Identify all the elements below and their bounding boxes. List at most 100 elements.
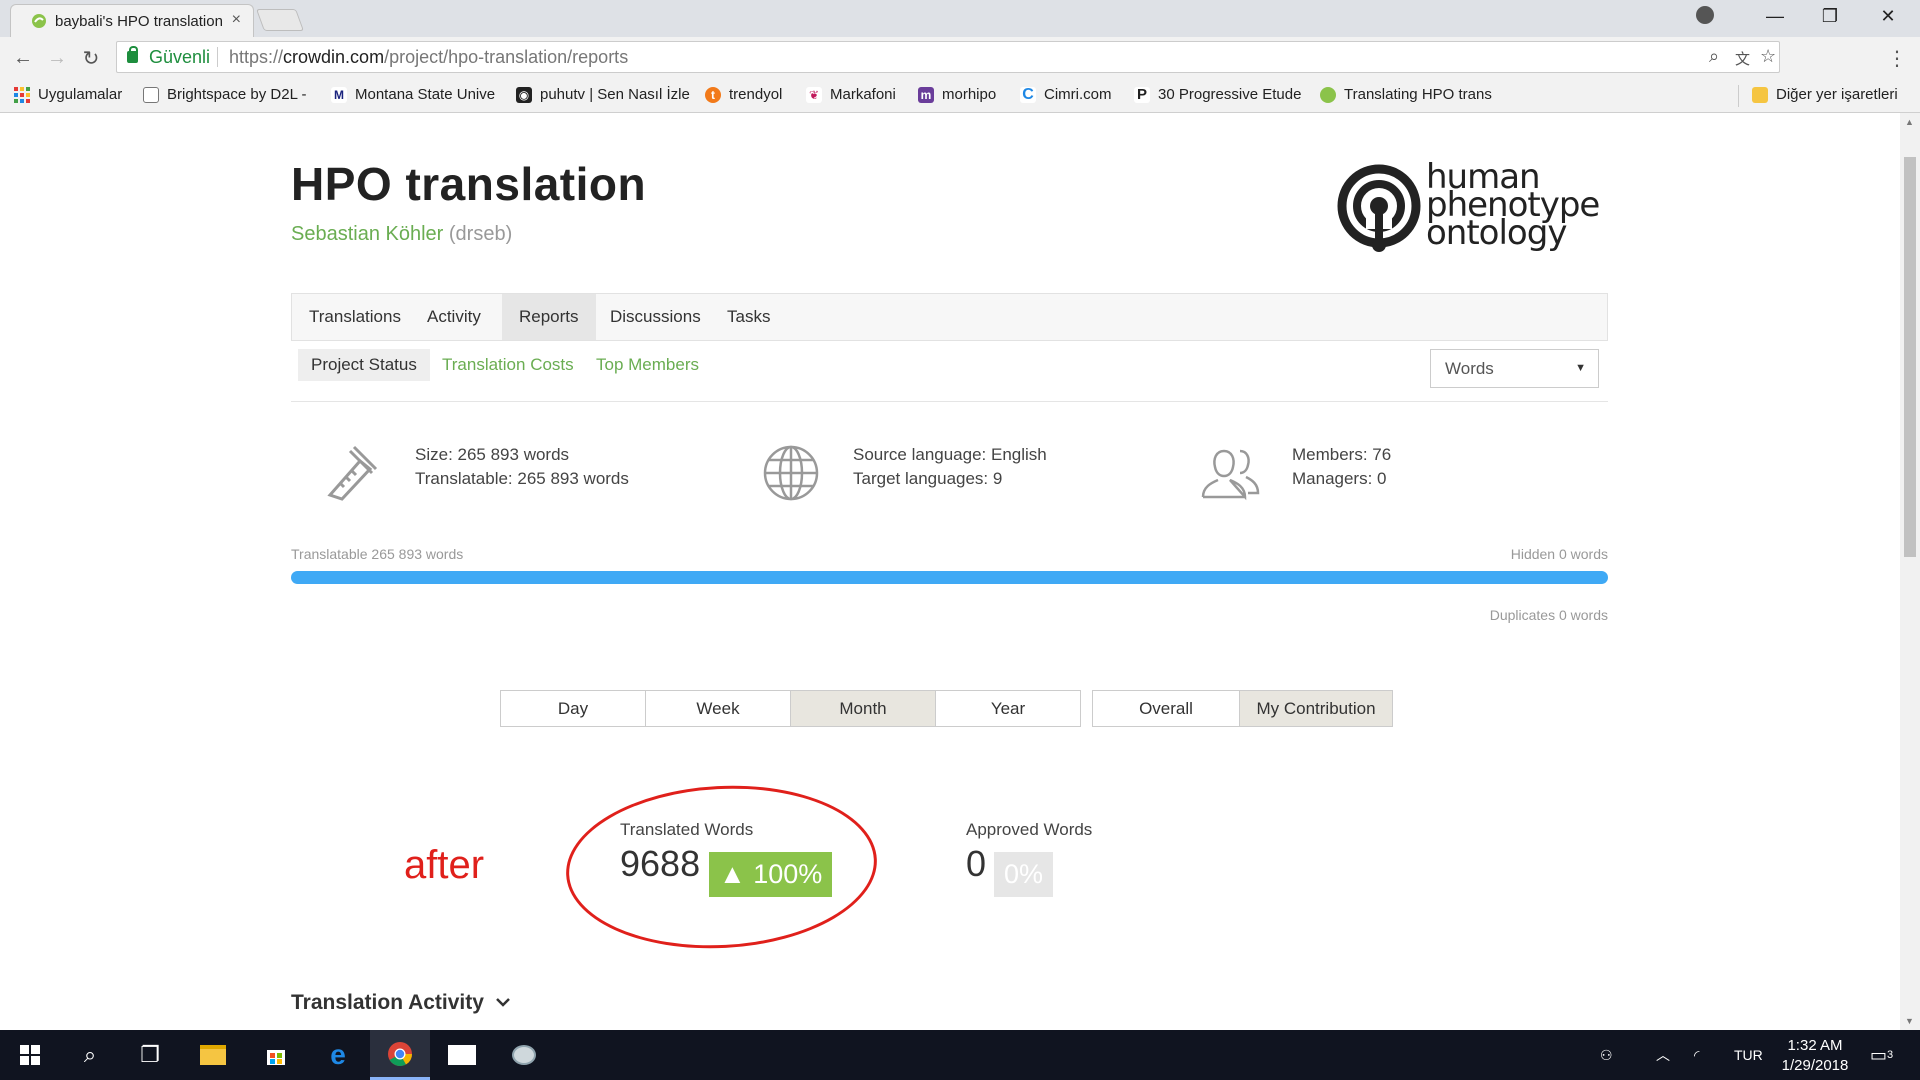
- tab-translations[interactable]: Translations: [292, 294, 418, 340]
- unit-select[interactable]: Words ▼: [1430, 349, 1599, 388]
- period-month-button[interactable]: Month: [790, 690, 936, 727]
- hidden-label: Hidden 0 words: [1510, 546, 1608, 562]
- back-arrow-icon[interactable]: ←: [10, 45, 36, 71]
- bookmark-etudes[interactable]: P 30 Progressive Etude: [1134, 86, 1301, 103]
- bookmark-cimri[interactable]: C Cimri.com: [1020, 86, 1112, 103]
- period-year-button[interactable]: Year: [935, 690, 1081, 727]
- globe-icon: [763, 445, 819, 501]
- scope-my-contribution-button[interactable]: My Contribution: [1239, 690, 1393, 727]
- owner-handle: (drseb): [448, 223, 513, 245]
- windows-logo-icon: [20, 1045, 40, 1065]
- address-separator: [217, 47, 218, 67]
- hpo-logo-mark-icon: [1337, 164, 1421, 252]
- tab-tasks[interactable]: Tasks: [710, 294, 787, 340]
- translated-words-label: Translated Words: [620, 820, 754, 839]
- profile-icon[interactable]: [1696, 6, 1714, 24]
- bookmark-markafoni[interactable]: ❦ Markafoni: [806, 86, 896, 103]
- scroll-down-icon[interactable]: ▼: [1905, 1016, 1914, 1026]
- after-annotation: after: [404, 843, 485, 887]
- crowdin-icon: [1320, 86, 1336, 103]
- bookmarks-bar: Uygulamalar Brightspace by D2L - M Monta…: [0, 79, 1920, 113]
- mail-icon[interactable]: [432, 1030, 492, 1080]
- scrollbar-thumb[interactable]: [1904, 157, 1916, 557]
- project-nav: Translations Activity Reports Discussion…: [291, 293, 1608, 341]
- translatable-text: Translatable: 265 893 words: [415, 469, 629, 488]
- bookmarks-divider: [1738, 85, 1739, 107]
- project-owner: Sebastian Köhler (drseb): [291, 223, 512, 246]
- system-clock[interactable]: 1:32 AM 1/29/2018: [1765, 1036, 1865, 1076]
- restore-button[interactable]: ❐: [1800, 0, 1860, 33]
- language-stats: Source language: English Target language…: [853, 443, 1047, 491]
- subtab-translation-costs[interactable]: Translation Costs: [429, 349, 587, 381]
- minimize-button[interactable]: —: [1745, 0, 1805, 33]
- cimri-icon: C: [1020, 86, 1036, 103]
- zoom-icon[interactable]: ⌕: [1709, 46, 1719, 67]
- translation-activity-header[interactable]: Translation Activity: [291, 991, 510, 1015]
- bookmark-trendyol[interactable]: t trendyol: [705, 86, 782, 103]
- url-text[interactable]: https://crowdin.com/project/hpo-translat…: [229, 47, 628, 68]
- scroll-up-icon[interactable]: ▲: [1905, 117, 1914, 127]
- store-icon[interactable]: [246, 1030, 306, 1080]
- bookmark-label: Uygulamalar: [38, 86, 123, 103]
- approved-change-badge: 0%: [994, 852, 1054, 897]
- subtab-top-members[interactable]: Top Members: [583, 349, 712, 381]
- period-day-button[interactable]: Day: [500, 690, 646, 727]
- forward-arrow-icon[interactable]: →: [44, 45, 70, 71]
- chrome-icon[interactable]: [370, 1030, 430, 1080]
- browser-tab[interactable]: baybali's HPO translation ×: [10, 4, 254, 37]
- bookmark-star-icon[interactable]: ☆: [1760, 46, 1776, 67]
- notifications-icon[interactable]: ▭ 3: [1870, 1030, 1893, 1080]
- new-tab-button[interactable]: [255, 9, 305, 31]
- translation-progress-bar: [291, 571, 1608, 584]
- bookmark-morhipo[interactable]: m morhipo: [918, 86, 996, 103]
- tab-title: baybali's HPO translation: [55, 13, 223, 30]
- subtab-project-status[interactable]: Project Status: [298, 349, 430, 381]
- section-title: Translation Activity: [291, 991, 484, 1014]
- scope-toggle: Overall My Contribution: [1092, 690, 1393, 727]
- period-week-button[interactable]: Week: [645, 690, 791, 727]
- chevron-down-icon: ▼: [1575, 362, 1586, 374]
- divider: [291, 401, 1608, 402]
- bookmark-puhutv[interactable]: ◉ puhutv | Sen Nasıl İzle: [516, 86, 690, 103]
- paint-icon[interactable]: [494, 1030, 554, 1080]
- bookmark-label: puhutv | Sen Nasıl İzle: [540, 86, 690, 103]
- edge-icon[interactable]: e: [308, 1030, 368, 1080]
- member-stats: Members: 76 Managers: 0: [1292, 443, 1391, 491]
- address-bar[interactable]: Güvenli https://crowdin.com/project/hpo-…: [116, 41, 1780, 73]
- translated-words-value: 9688: [620, 843, 701, 884]
- bookmark-other[interactable]: Diğer yer işaretleri: [1752, 86, 1898, 103]
- translate-icon[interactable]: 文: [1735, 48, 1750, 69]
- translatable-label: Translatable 265 893 words: [291, 546, 464, 562]
- scope-overall-button[interactable]: Overall: [1092, 690, 1240, 727]
- tab-discussions[interactable]: Discussions: [593, 294, 718, 340]
- tab-reports[interactable]: Reports: [502, 294, 596, 340]
- page-icon: [143, 86, 159, 103]
- people-icon[interactable]: ⚇: [1600, 1030, 1613, 1080]
- menu-dots-icon[interactable]: ⋮: [1884, 45, 1910, 71]
- bookmark-brightspace[interactable]: Brightspace by D2L -: [143, 86, 307, 103]
- owner-name[interactable]: Sebastian Köhler: [291, 223, 443, 245]
- bookmark-crowdin[interactable]: Translating HPO trans: [1320, 86, 1492, 103]
- hpo-logo: human phenotype ontology: [1336, 160, 1600, 263]
- task-view-icon[interactable]: ❐: [120, 1030, 180, 1080]
- reload-icon[interactable]: ↻: [78, 45, 104, 71]
- tab-close-icon[interactable]: ×: [232, 11, 241, 29]
- input-language[interactable]: TUR: [1734, 1030, 1763, 1080]
- clock-date: 1/29/2018: [1781, 1057, 1849, 1074]
- tab-activity[interactable]: Activity: [410, 294, 498, 340]
- start-button[interactable]: [0, 1030, 60, 1080]
- file-explorer-icon[interactable]: [183, 1030, 243, 1080]
- url-host: crowdin.com: [283, 47, 385, 67]
- show-hidden-icons-icon[interactable]: ︿: [1656, 1030, 1670, 1080]
- search-icon[interactable]: ⌕: [60, 1030, 120, 1080]
- puhutv-icon: ◉: [516, 86, 532, 103]
- secure-label: Güvenli: [149, 47, 211, 67]
- page-scrollbar[interactable]: ▲ ▼: [1900, 113, 1920, 1030]
- m-logo-icon: M: [331, 86, 347, 103]
- ruler-tool-icon: [327, 445, 378, 501]
- close-window-button[interactable]: ✕: [1858, 0, 1918, 33]
- bookmark-montana[interactable]: M Montana State Unive: [331, 86, 495, 103]
- project-title: HPO translation: [291, 158, 647, 210]
- wifi-icon[interactable]: ◜: [1694, 1030, 1699, 1080]
- bookmark-apps[interactable]: Uygulamalar: [14, 86, 122, 103]
